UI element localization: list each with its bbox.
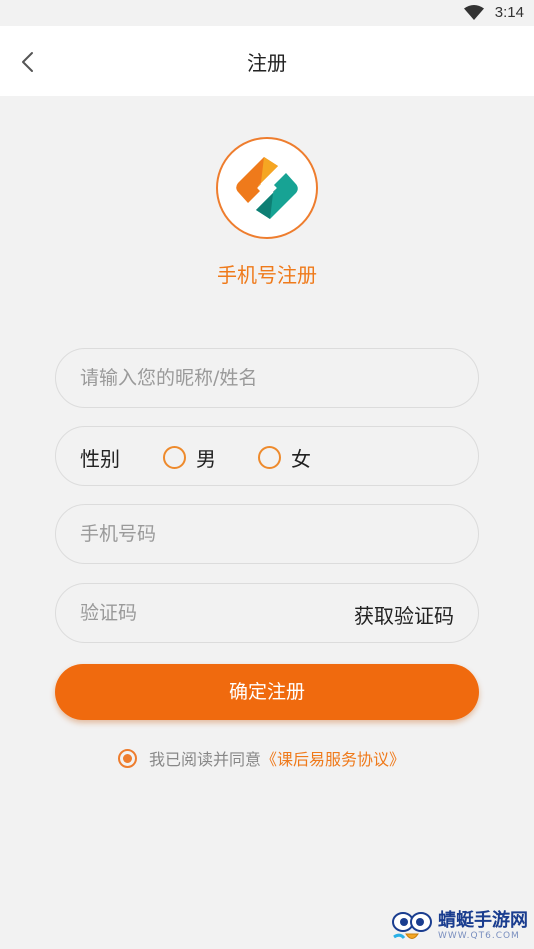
watermark: 蜻蜓手游网 WWW.QT6.COM xyxy=(390,907,528,945)
gender-label: 性别 xyxy=(80,447,120,471)
agreement-prefix: 我已阅读并同意 xyxy=(149,750,262,769)
status-bar: 3:14 xyxy=(0,0,534,26)
page-title: 注册 xyxy=(247,51,287,75)
gender-female-label: 女 xyxy=(291,446,311,471)
register-subtitle: 手机号注册 xyxy=(217,263,317,287)
gender-field: 性别 男 女 xyxy=(55,426,479,486)
submit-register-button[interactable]: 确定注册 xyxy=(55,664,479,720)
phone-input[interactable] xyxy=(80,505,440,563)
nav-bar: 注册 xyxy=(0,26,534,96)
status-time: 3:14 xyxy=(494,4,524,21)
gender-male-radio[interactable]: 男 xyxy=(163,444,216,471)
get-code-button[interactable]: 获取验证码 xyxy=(354,600,454,629)
agreement-link[interactable]: 《课后易服务协议》 xyxy=(261,750,405,769)
watermark-url: WWW.QT6.COM xyxy=(438,931,520,941)
app-logo xyxy=(216,137,318,239)
watermark-name: 蜻蜓手游网 xyxy=(438,910,528,931)
nickname-input[interactable] xyxy=(80,349,440,407)
agreement-text: 我已阅读并同意《课后易服务协议》 xyxy=(149,746,405,770)
phone-field[interactable] xyxy=(55,504,479,564)
gender-female-radio[interactable]: 女 xyxy=(258,444,311,471)
radio-unchecked-icon xyxy=(163,445,186,469)
gender-male-label: 男 xyxy=(196,446,216,471)
agreement-checkbox[interactable] xyxy=(118,748,137,768)
nickname-field[interactable] xyxy=(55,348,479,408)
diamond-logo-icon xyxy=(236,157,298,219)
code-input[interactable] xyxy=(80,584,320,642)
radio-unchecked-icon xyxy=(258,445,281,469)
wifi-icon xyxy=(464,5,484,20)
agreement-row: 我已阅读并同意《课后易服务协议》 xyxy=(118,747,405,769)
dragonfly-mascot-icon xyxy=(392,912,432,940)
code-field[interactable]: 获取验证码 xyxy=(55,583,479,643)
